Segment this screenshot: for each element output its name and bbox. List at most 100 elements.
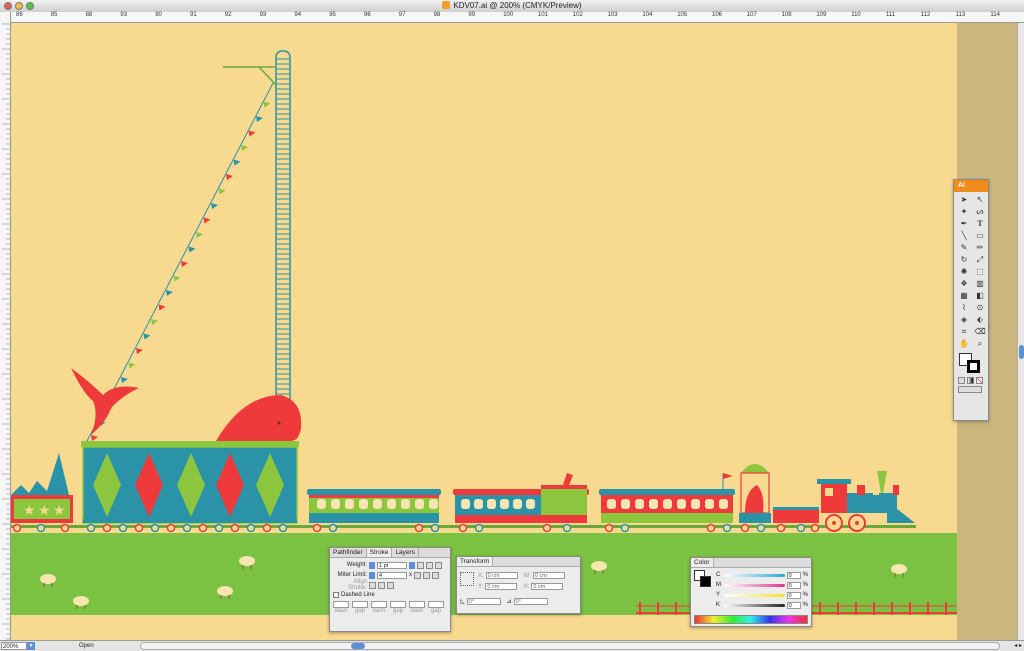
magic-wand-tool-icon[interactable]: ✦ <box>957 206 971 217</box>
color-stroke-swatch[interactable] <box>700 576 711 587</box>
color-mode-icon[interactable] <box>958 377 965 384</box>
vertical-scroll-thumb[interactable] <box>1019 345 1024 359</box>
status-menu[interactable]: Open <box>45 642 135 650</box>
blend-tool-icon[interactable]: ⊙ <box>973 302 987 313</box>
screen-mode-icon[interactable] <box>958 386 982 393</box>
weight-dropdown[interactable] <box>409 561 415 569</box>
dash-field-3[interactable] <box>409 601 425 608</box>
dash-field-2[interactable] <box>371 601 387 608</box>
crop-area-tool-icon[interactable]: ⌗ <box>957 326 971 337</box>
round-cap-icon[interactable] <box>426 561 433 569</box>
yellow-field[interactable]: 0 <box>786 591 801 599</box>
rectangle-tool-icon[interactable]: ▭ <box>973 230 987 241</box>
gradient-tool-icon[interactable]: ◧ <box>973 290 987 301</box>
ruler-label: 111 <box>886 12 896 18</box>
type-tool-icon[interactable]: T <box>973 218 987 229</box>
mesh-tool-icon[interactable]: ▦ <box>957 290 971 301</box>
live-paint-selection-tool-icon[interactable]: ⬖ <box>973 314 987 325</box>
tab-color[interactable]: Color <box>691 558 714 567</box>
reference-point-icon[interactable] <box>460 572 474 586</box>
round-join-icon[interactable] <box>423 571 430 579</box>
live-paint-bucket-tool-icon[interactable]: ◈ <box>957 314 971 325</box>
x-field[interactable]: 0 cm <box>485 572 518 579</box>
gradient-mode-icon[interactable] <box>967 377 974 384</box>
lasso-tool-icon[interactable]: ᔕ <box>973 206 987 217</box>
eyedropper-tool-icon[interactable]: ⌇ <box>957 302 971 313</box>
warp-tool-icon[interactable]: ✺ <box>957 266 971 277</box>
artboard[interactable]: ★ ★ ★ <box>11 23 957 640</box>
weight-field[interactable]: 1 pt <box>377 561 407 569</box>
magenta-field[interactable]: 0 <box>786 581 801 589</box>
magenta-slider[interactable] <box>724 583 785 587</box>
dash-field-1[interactable] <box>333 601 349 608</box>
direct-selection-tool-icon[interactable]: ↖ <box>973 194 987 205</box>
gap-field-2[interactable] <box>390 601 406 608</box>
y-label: Y: <box>478 583 484 590</box>
rotate-tool-icon[interactable]: ↻ <box>957 254 971 265</box>
x-label: X: <box>478 572 484 579</box>
horizontal-scroll-thumb[interactable] <box>351 643 365 649</box>
ruler-label: 102 <box>572 12 583 18</box>
bevel-join-icon[interactable] <box>432 571 439 579</box>
ruler-label: 93 <box>259 12 267 18</box>
cyan-slider[interactable] <box>724 573 785 577</box>
zoom-level-field[interactable]: 200% <box>1 642 27 650</box>
ruler-label: 86 <box>16 12 23 18</box>
tab-stroke[interactable]: Stroke <box>366 548 393 557</box>
zoom-dropdown-icon[interactable]: ▾ <box>27 642 35 650</box>
shear-field[interactable]: 0° <box>513 597 548 605</box>
symbol-sprayer-tool-icon[interactable]: ❖ <box>957 278 971 289</box>
scroll-arrows-icon[interactable]: ◂ ▸ <box>1014 642 1022 649</box>
hand-tool-icon[interactable]: ✋ <box>957 338 971 349</box>
projecting-cap-icon[interactable] <box>435 561 442 569</box>
align-inside-icon[interactable] <box>378 581 385 589</box>
color-spectrum-bar[interactable] <box>694 615 808 624</box>
scale-tool-icon[interactable]: ⤢ <box>973 254 987 265</box>
align-center-icon[interactable] <box>369 581 376 589</box>
eraser-tool-icon[interactable]: ⌫ <box>973 326 987 337</box>
ruler-label: 103 <box>607 12 618 18</box>
miter-limit-field[interactable]: 4 <box>377 571 407 579</box>
free-transform-tool-icon[interactable]: ⬚ <box>973 266 987 277</box>
pencil-tool-icon[interactable]: ✏ <box>973 242 987 253</box>
rotate-field[interactable]: 0° <box>466 597 501 605</box>
y-field[interactable]: 0 cm <box>485 583 518 590</box>
vertical-ruler[interactable] <box>0 12 11 640</box>
w-field[interactable]: 0 cm <box>532 572 565 579</box>
horizontal-ruler[interactable]: 86 85 88 93 90 91 92 93 94 95 96 97 98 99 100 101 102 103… <box>10 12 1024 23</box>
gap-field-3[interactable] <box>428 601 444 608</box>
miter-limit-stepper[interactable] <box>369 571 375 579</box>
paintbrush-tool-icon[interactable]: ✎ <box>957 242 971 253</box>
tools-panel-header[interactable]: Ai <box>954 180 988 192</box>
tab-pathfinder[interactable]: Pathfinder <box>330 548 367 557</box>
h-field[interactable]: 0 cm <box>531 583 564 590</box>
gap-field-1[interactable] <box>352 601 368 608</box>
ruler-label: 112 <box>920 12 931 18</box>
circus-train-artwork[interactable]: ★ ★ ★ <box>11 23 957 640</box>
align-outside-icon[interactable] <box>387 581 394 589</box>
transform-panel-tabs: Transform <box>457 557 580 567</box>
cyan-field[interactable]: 0 <box>786 571 801 579</box>
zoom-tool-icon[interactable]: ⌕ <box>973 338 987 349</box>
selection-tool-icon[interactable]: ➤ <box>957 194 971 205</box>
horizontal-scrollbar[interactable] <box>140 642 1000 650</box>
butt-cap-icon[interactable] <box>417 561 424 569</box>
vertical-scrollbar[interactable] <box>1017 23 1024 640</box>
pen-tool-icon[interactable]: ✒ <box>957 218 971 229</box>
black-field[interactable]: 0 <box>786 601 801 609</box>
weight-stepper[interactable] <box>369 561 375 569</box>
ruler-label: 109 <box>816 12 827 18</box>
miter-join-icon[interactable] <box>414 571 421 579</box>
stroke-swatch[interactable] <box>967 360 980 373</box>
line-tool-icon[interactable]: ╲ <box>957 230 971 241</box>
dashed-line-checkbox[interactable] <box>333 592 339 598</box>
tab-transform[interactable]: Transform <box>457 557 494 566</box>
stroke-panel: Pathfinder Stroke Layers Weight: 1 pt Mi… <box>329 547 451 632</box>
miter-limit-unit: x <box>409 572 412 578</box>
color-panel: Color C 0 % M 0 % Y 0 % K 0 % <box>690 557 812 627</box>
tab-layers[interactable]: Layers <box>392 548 419 557</box>
black-slider[interactable] <box>724 603 785 607</box>
column-graph-tool-icon[interactable]: ▥ <box>973 278 987 289</box>
yellow-slider[interactable] <box>724 593 785 597</box>
none-mode-icon[interactable] <box>976 377 983 384</box>
